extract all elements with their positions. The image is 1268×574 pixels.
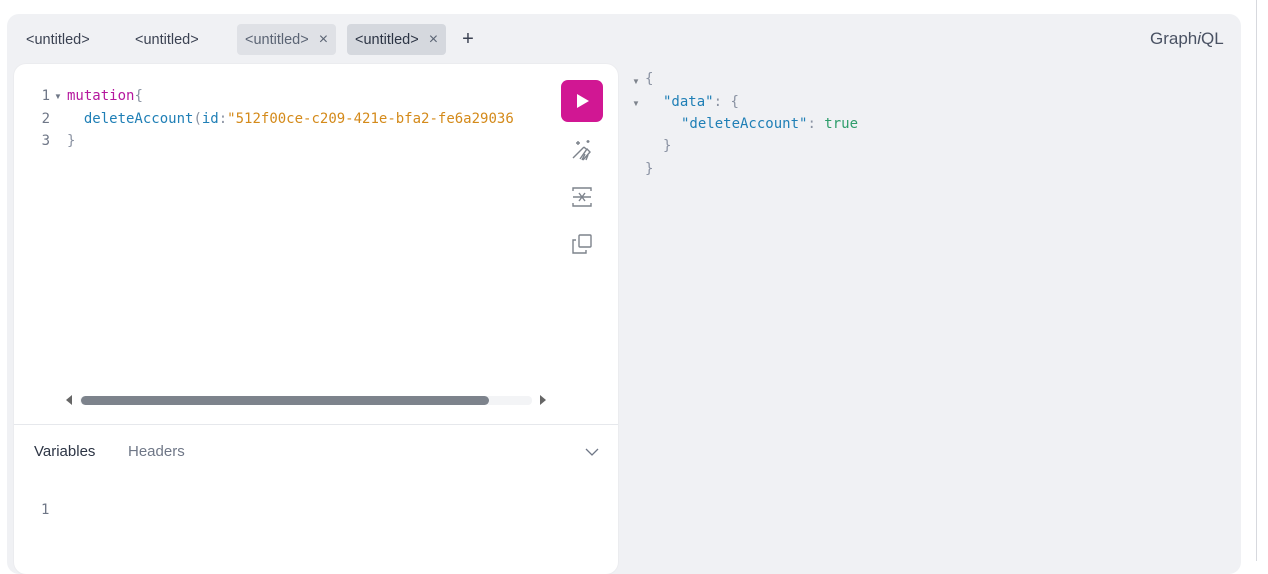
tab-untitled-2[interactable]: <untitled>: [127, 24, 207, 55]
tab-untitled-4[interactable]: <untitled> ×: [347, 24, 447, 55]
scroll-right-icon[interactable]: [540, 395, 546, 405]
fold-arrow-icon[interactable]: ▼: [632, 99, 640, 108]
result-close-brace: }: [645, 161, 654, 177]
prettify-icon[interactable]: [570, 138, 594, 162]
play-icon: [577, 94, 589, 108]
fold-arrow-icon[interactable]: ▼: [54, 92, 62, 101]
result-data-line: "data": {: [663, 94, 739, 110]
editor-divider: [14, 424, 618, 425]
tab-label: <untitled>: [26, 31, 90, 48]
scroll-left-icon[interactable]: [66, 395, 72, 405]
run-query-button[interactable]: [561, 80, 603, 122]
tab-untitled-1[interactable]: <untitled>: [18, 24, 98, 55]
tab-label: <untitled>: [245, 31, 309, 48]
query-editor-card: 1 2 3 ▼ mutation{ deleteAccount(id:"512f…: [14, 64, 618, 574]
merge-fragments-icon[interactable]: [570, 185, 594, 209]
line-number: 1: [41, 502, 50, 518]
tab-label: <untitled>: [135, 31, 199, 48]
result-data-close: }: [663, 138, 672, 154]
query-line-3[interactable]: }: [67, 133, 75, 149]
scroll-thumb[interactable]: [81, 396, 489, 405]
plus-icon: +: [462, 27, 474, 50]
fold-arrow-icon[interactable]: ▼: [632, 77, 640, 86]
tab-untitled-3[interactable]: <untitled> ×: [237, 24, 337, 55]
line-number: 1: [41, 88, 50, 104]
window-edge: [1256, 0, 1257, 561]
tab-label: <untitled>: [355, 31, 419, 48]
horizontal-scrollbar[interactable]: [66, 395, 546, 406]
line-number: 2: [41, 111, 50, 127]
line-number: 3: [41, 133, 50, 149]
chevron-down-icon[interactable]: [584, 444, 600, 460]
graphiql-logo: GraphiQL: [1150, 29, 1224, 48]
result-open-brace: {: [645, 71, 654, 87]
close-tab-icon[interactable]: ×: [429, 31, 438, 48]
tab-headers[interactable]: Headers: [128, 443, 185, 460]
tab-variables[interactable]: Variables: [34, 443, 95, 460]
result-field-line: "deleteAccount": true: [681, 116, 859, 132]
copy-icon[interactable]: [570, 232, 594, 256]
query-line-1[interactable]: mutation{: [67, 88, 547, 104]
query-line-2[interactable]: deleteAccount(id:"512f00ce-c209-421e-bfa…: [67, 111, 547, 127]
add-tab-button[interactable]: +: [457, 28, 479, 50]
close-tab-icon[interactable]: ×: [319, 31, 328, 48]
